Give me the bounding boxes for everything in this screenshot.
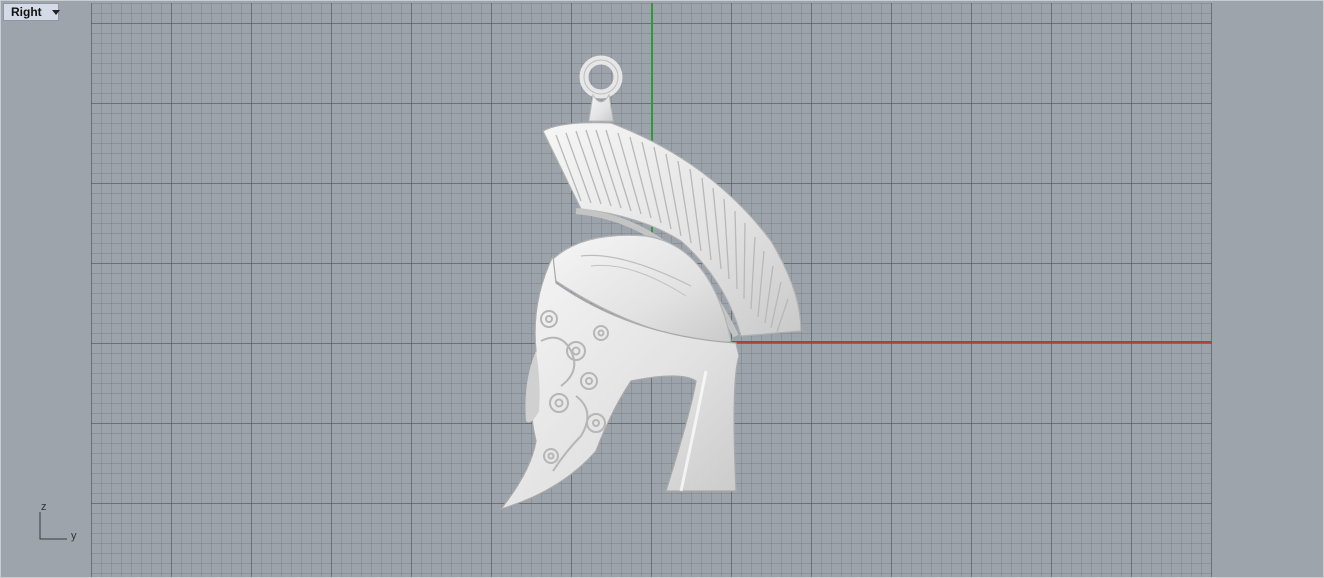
world-axis-icon: z y: [35, 499, 85, 547]
viewport-title-tab[interactable]: Right: [3, 3, 60, 21]
axis-label-horizontal: y: [71, 530, 77, 542]
helmet-pendant-model[interactable]: [481, 51, 821, 521]
viewport-right[interactable]: Right z y: [0, 0, 1324, 578]
viewport-title[interactable]: Right: [4, 4, 42, 20]
axis-label-vertical: z: [41, 501, 47, 513]
chevron-down-icon[interactable]: [51, 9, 60, 15]
